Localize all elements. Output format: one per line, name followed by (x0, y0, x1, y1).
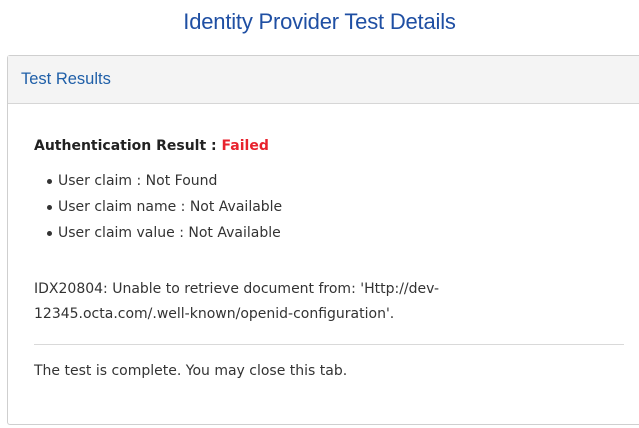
authentication-result-label: Authentication Result : (34, 138, 222, 154)
bullet-icon (47, 231, 52, 236)
error-message: IDX20804: Unable to retrieve document fr… (34, 277, 494, 327)
panel-header-title: Test Results (21, 70, 111, 88)
bullet-icon (47, 205, 52, 210)
list-item: User claim : Not Found (47, 168, 631, 194)
test-complete-message: The test is complete. You may close this… (34, 363, 348, 379)
authentication-status: Failed (221, 138, 269, 154)
page-title: Identity Provider Test Details (183, 9, 456, 34)
list-item: User claim value : Not Available (47, 220, 631, 246)
claim-text: User claim value : Not Available (58, 225, 281, 241)
bullet-icon (47, 179, 52, 184)
claim-text: User claim name : Not Available (58, 199, 283, 215)
divider (34, 344, 624, 345)
panel-body: Authentication Result : Failed User clai… (8, 137, 639, 381)
list-item: User claim name : Not Available (47, 194, 631, 220)
claims-list: User claim : Not Found User claim name :… (34, 168, 631, 246)
error-message-line-2: 12345.octa.com/.well-known/openid-config… (34, 306, 395, 322)
test-results-panel: Test Results Authentication Result : Fai… (7, 55, 639, 425)
panel-header: Test Results (8, 56, 639, 104)
authentication-result: Authentication Result : Failed (34, 137, 631, 155)
error-message-line-1: IDX20804: Unable to retrieve document fr… (34, 281, 440, 297)
claim-text: User claim : Not Found (58, 173, 218, 189)
